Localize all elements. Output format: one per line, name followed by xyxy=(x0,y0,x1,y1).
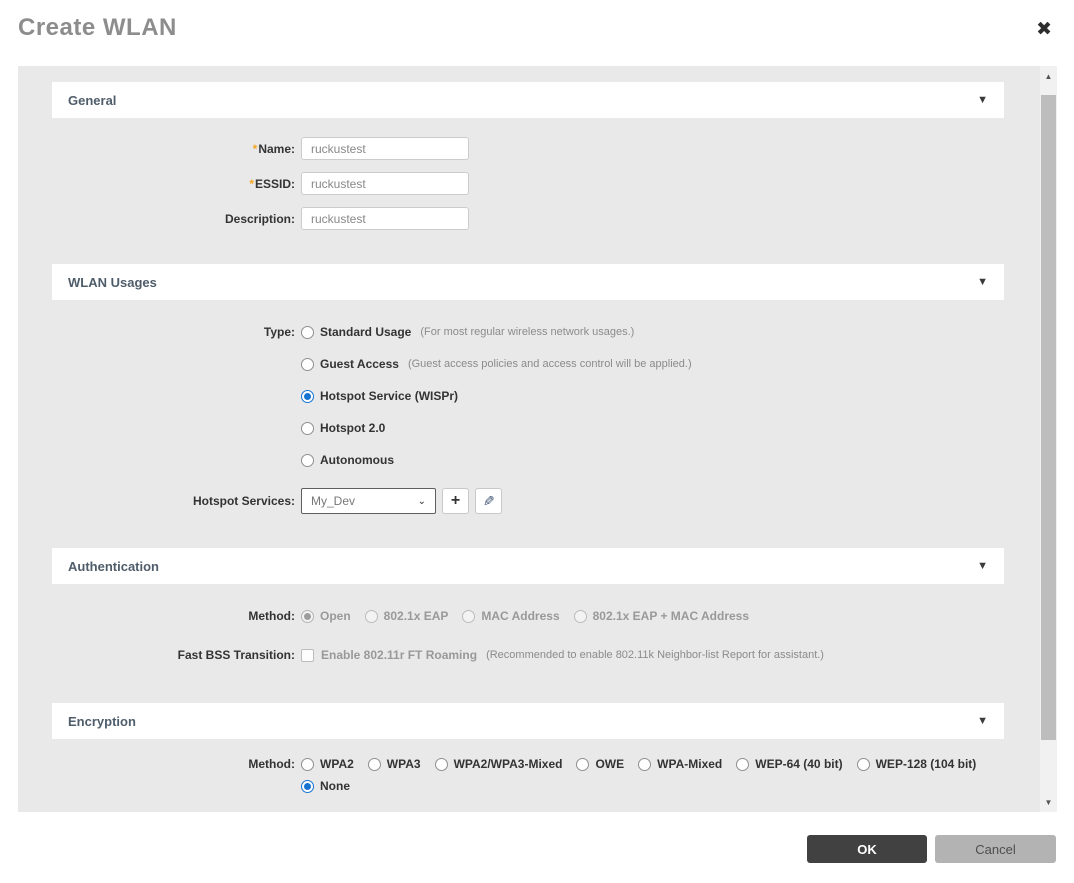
radio-icon[interactable] xyxy=(301,779,314,793)
plus-icon: + xyxy=(450,491,461,509)
radio-hotspot-20[interactable]: Hotspot 2.0 xyxy=(301,421,385,435)
radio-enc-none[interactable]: None xyxy=(301,779,350,793)
page-title: Create WLAN xyxy=(18,14,177,41)
radio-auth-8021x-eap-mac[interactable]: 802.1x EAP + MAC Address xyxy=(573,609,749,623)
chevron-down-icon[interactable]: ▼ xyxy=(977,94,988,106)
fast-bss-label: Fast BSS Transition: xyxy=(177,648,295,662)
required-asterisk: * xyxy=(249,176,254,191)
radio-auth-mac-address[interactable]: MAC Address xyxy=(462,609,560,623)
section-header-general[interactable]: General ▼ xyxy=(52,82,1004,118)
radio-enc-wpa-mixed[interactable]: WPA-Mixed xyxy=(638,757,722,771)
type-option-row-hotspot-20: Hotspot 2.0 xyxy=(52,421,399,435)
radio-guest-access[interactable]: Guest Access (Guest access policies and … xyxy=(301,357,692,371)
scrollbar[interactable]: ▲ ▼ xyxy=(1040,66,1057,812)
hotspot-services-selected-value: My_Dev xyxy=(311,494,356,508)
essid-input[interactable] xyxy=(301,172,469,195)
name-label: *Name: xyxy=(252,141,295,156)
radio-auth-8021x-eap[interactable]: 802.1x EAP xyxy=(364,609,448,623)
radio-hotspot-service-wispr[interactable]: Hotspot Service (WISPr) xyxy=(301,389,458,403)
type-option-row-guest-access: Guest Access (Guest access policies and … xyxy=(52,357,706,371)
radio-autonomous[interactable]: Autonomous xyxy=(301,453,394,467)
radio-icon[interactable] xyxy=(301,421,314,435)
radio-icon[interactable] xyxy=(367,757,381,771)
required-asterisk: * xyxy=(252,141,258,156)
hotspot-services-row: Hotspot Services: My_Dev ⌄ + ✎ xyxy=(52,488,502,514)
scrollbar-thumb[interactable] xyxy=(1041,95,1056,740)
radio-auth-open[interactable]: Open xyxy=(301,609,351,623)
radio-icon[interactable] xyxy=(301,757,314,771)
radio-icon[interactable] xyxy=(434,757,448,771)
chevron-down-icon[interactable]: ▼ xyxy=(977,715,988,727)
wlan-form-panel: General ▼ *Name: *ESSID: Description: WL… xyxy=(18,66,1057,812)
radio-icon[interactable] xyxy=(301,325,314,339)
encryption-method-row-1: Method: WPA2 WPA3 WPA2/WPA3-Mixed OWE WP… xyxy=(52,757,990,771)
radio-enc-wpa3[interactable]: WPA3 xyxy=(367,757,421,771)
radio-icon[interactable] xyxy=(573,609,587,623)
description-input[interactable] xyxy=(301,207,469,230)
cancel-button[interactable]: Cancel xyxy=(935,835,1056,863)
radio-icon[interactable] xyxy=(301,389,314,403)
radio-standard-usage[interactable]: Standard Usage (For most regular wireles… xyxy=(301,325,634,339)
chevron-down-icon[interactable]: ▼ xyxy=(977,276,988,288)
radio-icon[interactable] xyxy=(462,609,476,623)
name-field-row: *Name: xyxy=(52,137,469,160)
type-option-hint: (Guest access policies and access contro… xyxy=(407,358,692,370)
radio-icon[interactable] xyxy=(576,757,590,771)
scroll-up-icon[interactable]: ▲ xyxy=(1040,68,1057,84)
radio-icon[interactable] xyxy=(856,757,870,771)
type-option-row-hotspot-service: Hotspot Service (WISPr) xyxy=(52,389,472,403)
encryption-method-row-2: None xyxy=(52,779,364,793)
radio-icon[interactable] xyxy=(301,453,314,467)
auth-method-label: Method: xyxy=(248,609,295,623)
radio-enc-wep-64[interactable]: WEP-64 (40 bit) xyxy=(736,757,843,771)
radio-enc-wpa2-wpa3-mixed[interactable]: WPA2/WPA3-Mixed xyxy=(434,757,562,771)
name-input[interactable] xyxy=(301,137,469,160)
section-title-authentication: Authentication xyxy=(68,558,159,574)
type-option-row-standard-usage: Type: Standard Usage (For most regular w… xyxy=(52,325,648,339)
add-hotspot-service-button[interactable]: + xyxy=(442,488,469,514)
close-icon[interactable]: ✖ xyxy=(1036,20,1052,39)
type-option-row-autonomous: Autonomous xyxy=(52,453,408,467)
ok-button[interactable]: OK xyxy=(807,835,927,863)
section-header-wlan-usages[interactable]: WLAN Usages ▼ xyxy=(52,264,1004,300)
section-header-encryption[interactable]: Encryption ▼ xyxy=(52,703,1004,739)
fast-bss-hint: (Recommended to enable 802.11k Neighbor-… xyxy=(486,649,824,661)
radio-enc-wpa2[interactable]: WPA2 xyxy=(301,757,354,771)
edit-hotspot-service-button[interactable]: ✎ xyxy=(475,488,502,514)
essid-label: *ESSID: xyxy=(249,176,295,191)
chevron-down-icon[interactable]: ▼ xyxy=(977,560,988,572)
select-chevron-icon: ⌄ xyxy=(417,495,426,507)
hotspot-services-label: Hotspot Services: xyxy=(192,494,295,508)
description-label: Description: xyxy=(224,211,295,226)
encryption-method-label: Method: xyxy=(248,757,295,771)
pencil-icon: ✎ xyxy=(482,493,495,509)
section-header-authentication[interactable]: Authentication ▼ xyxy=(52,548,1004,584)
section-title-encryption: Encryption xyxy=(68,713,136,729)
radio-icon[interactable] xyxy=(301,609,314,623)
radio-enc-owe[interactable]: OWE xyxy=(576,757,624,771)
auth-method-row: Method: Open 802.1x EAP MAC Address 802.… xyxy=(52,609,763,623)
radio-icon[interactable] xyxy=(364,609,378,623)
checkbox-icon[interactable] xyxy=(301,648,314,662)
essid-field-row: *ESSID: xyxy=(52,172,469,195)
radio-icon[interactable] xyxy=(736,757,750,771)
enable-80211r-checkbox-option[interactable]: Enable 802.11r FT Roaming (Recommended t… xyxy=(301,648,824,662)
radio-icon[interactable] xyxy=(301,357,314,371)
section-title-wlan-usages: WLAN Usages xyxy=(68,274,157,290)
type-label: Type: xyxy=(263,325,295,339)
radio-icon[interactable] xyxy=(638,757,652,771)
scroll-down-icon[interactable]: ▼ xyxy=(1040,794,1057,810)
radio-enc-wep-128[interactable]: WEP-128 (104 bit) xyxy=(856,757,976,771)
section-title-general: General xyxy=(68,92,117,108)
type-option-hint: (For most regular wireless network usage… xyxy=(420,326,635,338)
fast-bss-row: Fast BSS Transition: Enable 802.11r FT R… xyxy=(52,648,838,662)
description-field-row: Description: xyxy=(52,207,469,230)
hotspot-services-select[interactable]: My_Dev ⌄ xyxy=(301,488,436,514)
